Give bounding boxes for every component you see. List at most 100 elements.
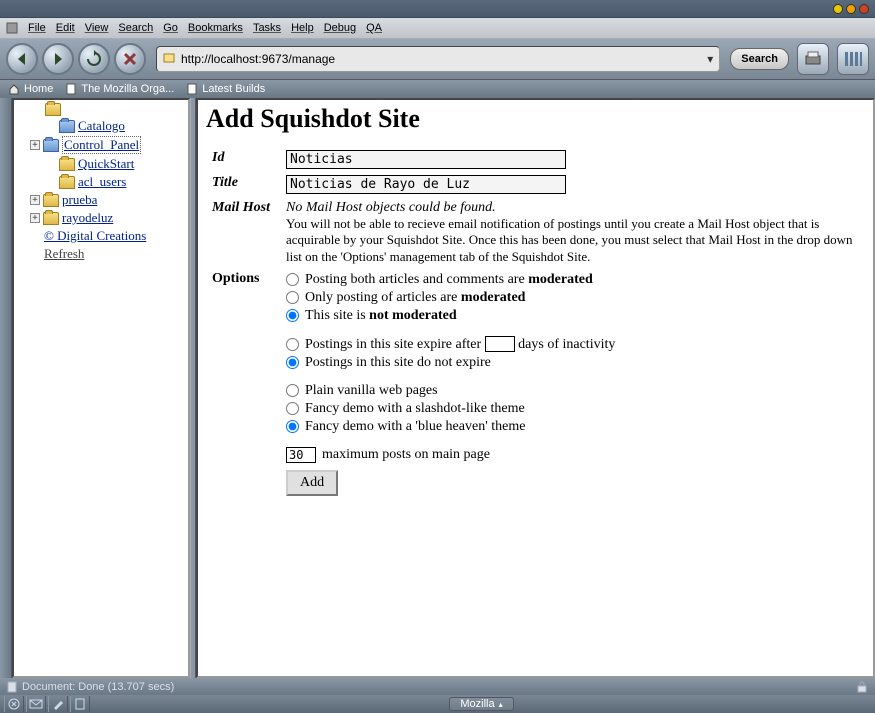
statusbar: Document: Done (13.707 secs) [0,678,875,695]
page-icon [65,83,77,95]
addressbook-icon[interactable] [70,696,90,712]
menu-debug[interactable]: Debug [324,22,356,34]
folder-icon [43,139,59,152]
menu-qa[interactable]: QA [366,22,382,34]
personal-toolbar: Home The Mozilla Orga... Latest Builds [0,80,875,98]
tree-item-catalogo[interactable]: Catalogo [16,117,186,135]
latest-builds-bookmark[interactable]: Latest Builds [182,83,269,95]
folder-icon [59,120,75,133]
mozilla-throbber[interactable] [837,43,869,75]
tree-item-control-panel[interactable]: + Control_Panel [16,135,186,155]
menu-view[interactable]: View [85,22,109,34]
navigator-icon[interactable] [4,696,24,712]
stop-button[interactable] [114,43,146,75]
tasks-mozilla-button[interactable]: Mozilla [449,697,513,711]
throbber-icon [842,48,864,70]
maxposts-label: maximum posts on main page [322,447,490,463]
expand-icon[interactable]: + [30,213,40,223]
menu-bookmarks[interactable]: Bookmarks [188,22,243,34]
menu-file[interactable]: File [28,22,46,34]
forward-icon [50,51,66,67]
menu-search[interactable]: Search [118,22,153,34]
folder-icon [45,103,61,116]
theme-options: Plain vanilla web pages Fancy demo with … [286,382,859,436]
urlbar-dropdown-icon[interactable]: ▾ [701,52,719,66]
page-icon [6,681,18,693]
radio-theme-blueheaven[interactable] [286,420,299,433]
label-id: Id [208,148,280,171]
component-bar: Mozilla [0,695,875,713]
url-input[interactable] [181,47,701,71]
id-input[interactable] [286,150,566,169]
content-area: Catalogo + Control_Panel QuickStart acl_… [0,98,875,678]
form-table: Id Title Mail Host No Mail Host objects … [206,146,865,500]
radio-theme-plain[interactable] [286,384,299,397]
mail-icon[interactable] [26,696,46,712]
label-options: Options [208,269,280,498]
label-title: Title [208,173,280,196]
app-icon [6,22,18,34]
bookmark-dropdown-icon[interactable] [161,51,177,67]
radio-mod-both[interactable] [286,273,299,286]
menu-help[interactable]: Help [291,22,314,34]
urlbar-container: ▾ [156,46,720,72]
tree-item-acl-users[interactable]: acl_users [16,173,186,191]
close-button[interactable] [859,4,869,14]
menu-edit[interactable]: Edit [56,22,75,34]
back-button[interactable] [6,43,38,75]
expiry-options: Postings in this site expire after days … [286,335,859,372]
sidebar-grippy[interactable] [0,98,12,678]
radio-theme-slashdot[interactable] [286,402,299,415]
page-heading: Add Squishdot Site [206,104,865,134]
radio-mod-none[interactable] [286,309,299,322]
home-icon [8,83,20,95]
tree-refresh[interactable]: Refresh [16,245,186,263]
maxposts-row: maximum posts on main page [286,446,859,464]
minimize-button[interactable] [833,4,843,14]
folder-icon [59,158,75,171]
mailhost-hint: You will not be able to recieve email no… [286,216,859,265]
tree-item-rayodeluz[interactable]: + rayodeluz [16,209,186,227]
expand-icon[interactable]: + [30,140,40,150]
mozilla-org-bookmark[interactable]: The Mozilla Orga... [61,83,178,95]
search-button[interactable]: Search [730,48,789,70]
main-content: Add Squishdot Site Id Title Mail Host No… [196,98,875,678]
folder-icon [59,176,75,189]
home-bookmark[interactable]: Home [4,83,57,95]
tree-copyright[interactable]: © Digital Creations [16,227,186,245]
moderation-options: Posting both articles and comments are m… [286,271,859,325]
tree-item-prueba[interactable]: + prueba [16,191,186,209]
radio-expire-days[interactable] [286,338,299,351]
status-text: Document: Done (13.707 secs) [22,681,174,693]
forward-button[interactable] [42,43,74,75]
security-icon[interactable] [855,681,869,693]
menu-tasks[interactable]: Tasks [253,22,281,34]
radio-mod-articles[interactable] [286,291,299,304]
composer-icon[interactable] [48,696,68,712]
page-icon [186,83,198,95]
maximize-button[interactable] [846,4,856,14]
stop-icon [122,51,138,67]
tree-item-quickstart[interactable]: QuickStart [16,155,186,173]
radio-no-expire[interactable] [286,356,299,369]
window-titlebar [0,0,875,18]
print-icon [803,50,823,68]
expire-days-input[interactable] [485,336,515,352]
folder-icon [43,194,59,207]
nav-tree: Catalogo + Control_Panel QuickStart acl_… [12,98,190,678]
title-input[interactable] [286,175,566,194]
print-button[interactable] [797,43,829,75]
mailhost-warning: No Mail Host objects could be found. [286,200,859,216]
expand-icon[interactable]: + [30,195,40,205]
tree-root[interactable] [16,102,186,117]
maxposts-input[interactable] [286,447,316,463]
navigation-toolbar: ▾ Search [0,38,875,80]
menu-go[interactable]: Go [163,22,178,34]
label-mailhost: Mail Host [208,198,280,267]
reload-icon [85,50,103,68]
reload-button[interactable] [78,43,110,75]
add-button[interactable]: Add [286,470,338,496]
folder-icon [43,212,59,225]
menubar: File Edit View Search Go Bookmarks Tasks… [0,18,875,38]
back-icon [14,51,30,67]
